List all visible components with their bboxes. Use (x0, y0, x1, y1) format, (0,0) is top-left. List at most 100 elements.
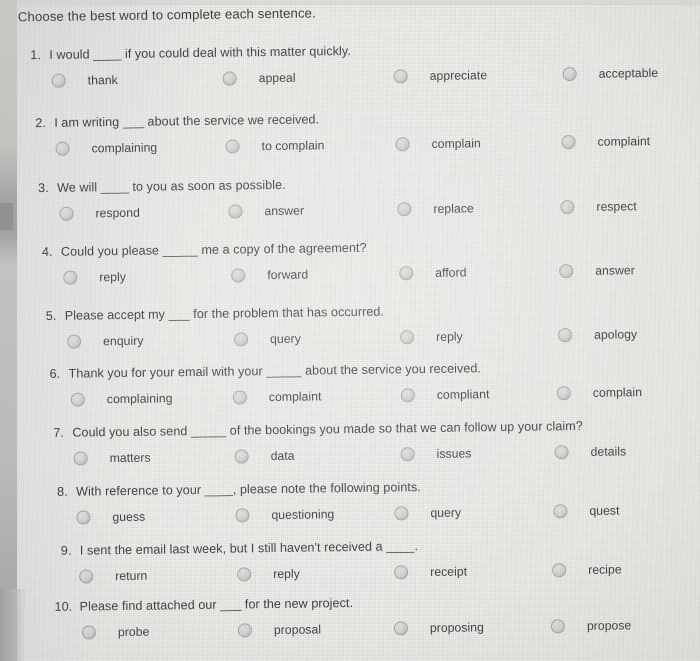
radio-button-icon[interactable] (234, 332, 249, 347)
answer-option-label: afford (435, 265, 467, 280)
answer-option[interactable]: quest (553, 503, 620, 519)
answer-option[interactable]: proposing (393, 620, 484, 636)
radio-button-icon[interactable] (559, 264, 574, 279)
answer-option[interactable]: query (234, 332, 301, 347)
radio-button-icon[interactable] (397, 202, 412, 217)
radio-button-icon[interactable] (560, 200, 575, 215)
question-text: 4. Could you please _____ me a copy of th… (42, 241, 367, 259)
radio-button-icon[interactable] (557, 328, 573, 343)
radio-button-icon[interactable] (79, 569, 94, 584)
answer-option[interactable]: appeal (222, 71, 296, 86)
answer-option-label: respond (95, 205, 140, 221)
answer-option[interactable]: details (554, 444, 626, 460)
answer-option[interactable]: complain (556, 385, 642, 401)
radio-button-icon[interactable] (553, 504, 568, 519)
radio-button-icon[interactable] (550, 619, 565, 634)
option-row: complaining to complain complain complaint (0, 133, 698, 164)
answer-option-label: query (270, 331, 301, 347)
question-text: 8. With reference to your ____, please no… (57, 480, 421, 499)
radio-button-icon[interactable] (228, 204, 243, 219)
answer-option[interactable]: probe (81, 625, 149, 640)
answer-option[interactable]: afford (399, 265, 467, 281)
answer-option[interactable]: receipt (394, 564, 467, 580)
radio-button-icon[interactable] (237, 623, 253, 638)
answer-option[interactable]: matters (73, 450, 151, 466)
radio-button-icon[interactable] (561, 135, 576, 150)
question-block: 2. I am writing ___ about the service we … (0, 107, 697, 156)
radio-button-icon[interactable] (562, 67, 577, 82)
radio-button-icon[interactable] (225, 139, 240, 154)
answer-option[interactable]: recipe (552, 562, 622, 578)
answer-option[interactable]: appreciate (393, 68, 487, 84)
radio-button-icon[interactable] (552, 563, 567, 578)
question-block: 7. Could you also send _____ of the booki… (1, 417, 700, 466)
answer-option[interactable]: respect (560, 199, 637, 215)
radio-button-icon[interactable] (222, 71, 237, 86)
answer-option[interactable]: apology (557, 327, 637, 343)
question-number: 10. (54, 599, 73, 614)
answer-option[interactable]: answer (228, 204, 304, 219)
radio-button-icon[interactable] (400, 447, 415, 462)
answer-option[interactable]: enquiry (67, 334, 144, 349)
radio-button-icon[interactable] (67, 334, 82, 349)
answer-option-label: recipe (588, 562, 622, 577)
radio-button-icon[interactable] (393, 621, 409, 636)
answer-option[interactable]: propose (550, 618, 632, 634)
radio-button-icon[interactable] (81, 625, 97, 640)
radio-button-icon[interactable] (51, 73, 66, 88)
answer-option[interactable]: questioning (235, 507, 334, 523)
radio-button-icon[interactable] (556, 386, 571, 401)
radio-button-icon[interactable] (235, 508, 250, 523)
radio-button-icon[interactable] (55, 141, 70, 156)
radio-button-icon[interactable] (73, 451, 88, 466)
radio-button-icon[interactable] (232, 390, 247, 405)
answer-option[interactable]: reply (400, 330, 463, 345)
radio-button-icon[interactable] (400, 330, 415, 345)
question-number: 3. (38, 180, 49, 196)
answer-option[interactable]: reply (63, 270, 126, 285)
answer-option[interactable]: reply (237, 567, 300, 582)
question-number: 9. (60, 543, 72, 558)
radio-button-icon[interactable] (237, 567, 252, 582)
answer-option[interactable]: answer (559, 263, 635, 279)
radio-button-icon[interactable] (76, 510, 91, 525)
answer-option[interactable]: complain (395, 136, 481, 152)
answer-option-label: forward (267, 267, 309, 283)
answer-option-label: propose (586, 618, 632, 633)
radio-button-icon[interactable] (234, 449, 249, 464)
answer-option[interactable]: thank (51, 73, 118, 88)
answer-option[interactable]: acceptable (562, 66, 658, 82)
radio-button-icon[interactable] (394, 565, 409, 580)
answer-option[interactable]: return (79, 569, 147, 584)
answer-option[interactable]: replace (397, 201, 474, 217)
radio-button-icon[interactable] (63, 270, 78, 285)
answer-option[interactable]: compliant (400, 387, 490, 403)
question-number: 4. (41, 244, 53, 260)
radio-button-icon[interactable] (554, 445, 569, 460)
radio-button-icon[interactable] (394, 506, 409, 521)
radio-button-icon[interactable] (395, 137, 410, 152)
radio-button-icon[interactable] (400, 388, 415, 403)
question-block: 3. We will ____ to you as soon as possibl… (0, 172, 698, 221)
radio-button-icon[interactable] (70, 392, 85, 407)
radio-button-icon[interactable] (59, 206, 74, 221)
answer-option[interactable]: proposal (237, 622, 321, 638)
answer-option[interactable]: respond (59, 206, 140, 221)
answer-option[interactable]: complaining (70, 391, 173, 407)
answer-option[interactable]: issues (400, 446, 472, 462)
answer-option-label: quest (589, 503, 620, 518)
answer-option[interactable]: complaint (232, 389, 322, 405)
radio-button-icon[interactable] (231, 268, 246, 283)
answer-option[interactable]: complaint (561, 134, 650, 150)
question-number: 6. (49, 366, 61, 381)
answer-option[interactable]: to complain (225, 138, 325, 154)
answer-option[interactable]: complaining (55, 141, 158, 156)
radio-button-icon[interactable] (399, 266, 414, 281)
radio-button-icon[interactable] (393, 69, 408, 84)
answer-option[interactable]: forward (231, 268, 308, 283)
answer-option[interactable]: query (394, 506, 461, 521)
answer-option[interactable]: guess (76, 510, 145, 525)
answer-option-label: matters (109, 450, 151, 466)
answer-option[interactable]: data (234, 449, 295, 464)
option-row: return reply receipt recipe (3, 561, 700, 592)
